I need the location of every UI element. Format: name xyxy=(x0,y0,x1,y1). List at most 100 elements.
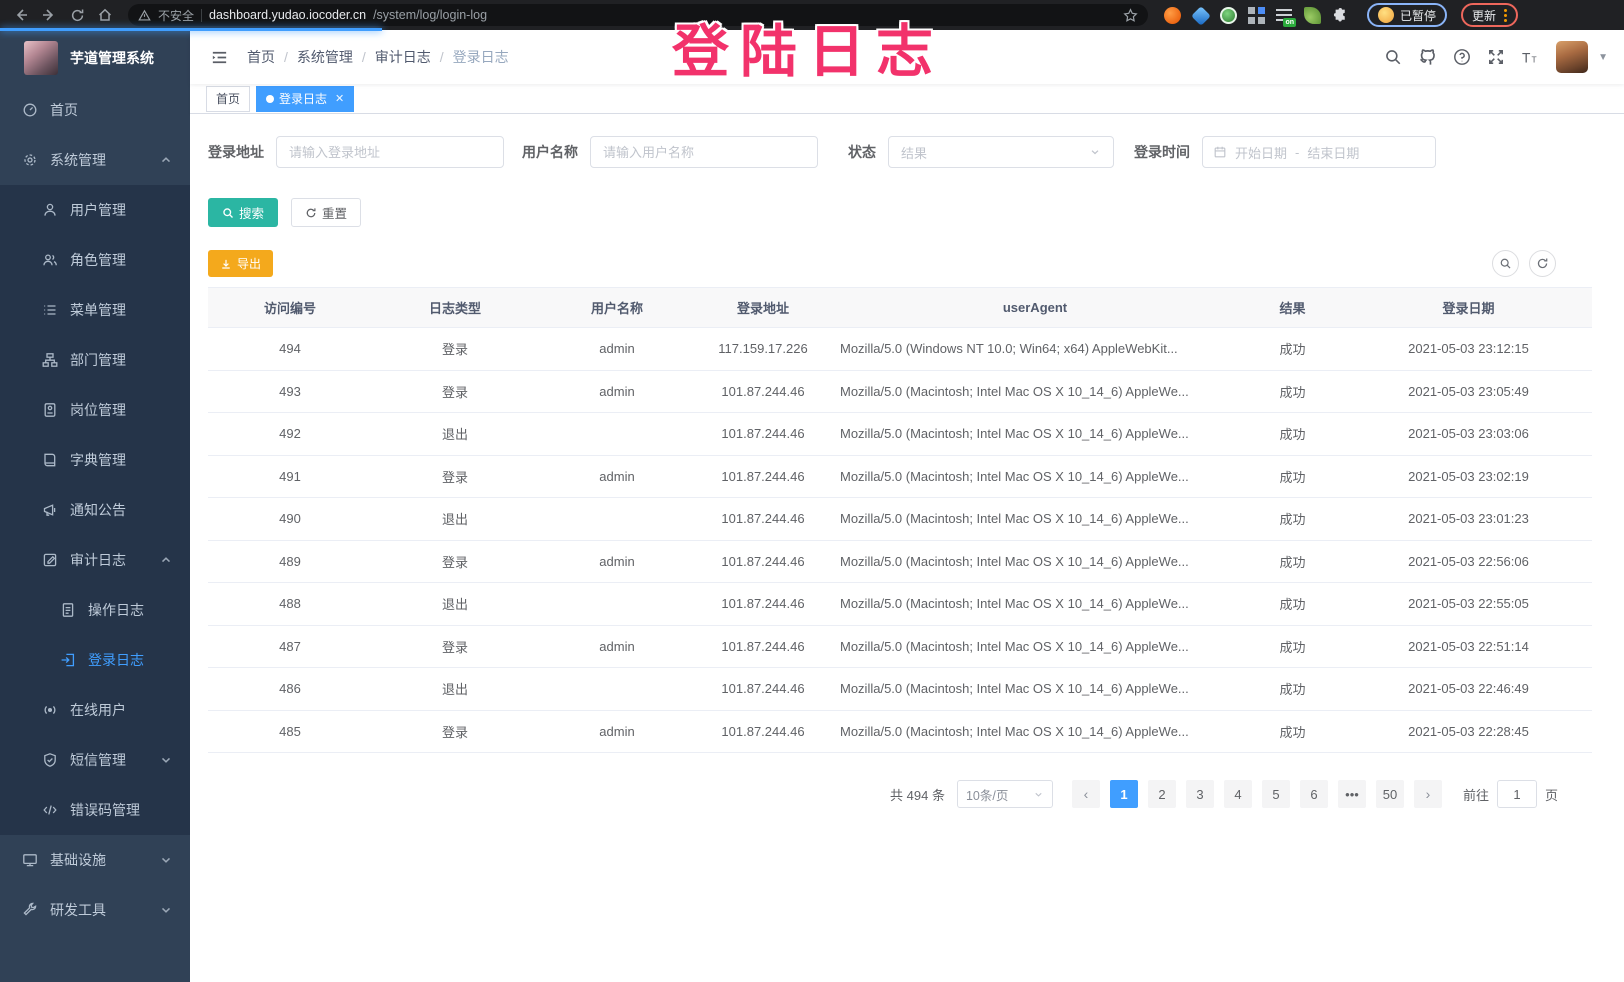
url-path: /system/log/login-log xyxy=(373,8,487,22)
browser-update-button[interactable]: 更新 xyxy=(1461,3,1518,27)
breadcrumb-item[interactable]: 审计日志 xyxy=(375,47,431,67)
table-row: 488退出101.87.244.46Mozilla/5.0 (Macintosh… xyxy=(208,583,1592,626)
extension-gem-icon[interactable] xyxy=(1192,7,1209,24)
page-button[interactable]: 50 xyxy=(1376,780,1404,808)
table-cell: 成功 xyxy=(1240,339,1345,358)
bookmark-star-icon[interactable] xyxy=(1123,8,1138,23)
table-cell: 101.87.244.46 xyxy=(696,596,830,611)
page-size-select[interactable]: 10条/页 xyxy=(957,780,1053,808)
table-cell: 退出 xyxy=(372,509,538,528)
github-icon[interactable] xyxy=(1418,48,1437,67)
table-cell: 登录 xyxy=(372,382,538,401)
login-time-range-picker[interactable]: 开始日期 - 结束日期 xyxy=(1202,136,1436,168)
sidebar-item-devtools[interactable]: 研发工具 xyxy=(0,885,190,935)
font-size-icon[interactable]: TT xyxy=(1521,48,1540,66)
browser-profile-button[interactable]: 已暂停 xyxy=(1367,3,1447,27)
tab-login-log[interactable]: 登录日志 ✕ xyxy=(256,86,354,112)
security-warning-label[interactable]: 不安全 xyxy=(158,7,194,24)
sidebar-item-announcement[interactable]: 通知公告 xyxy=(0,485,190,535)
sidebar-item-dict-book[interactable]: 字典管理 xyxy=(0,435,190,485)
help-icon[interactable] xyxy=(1453,48,1471,66)
tab-home[interactable]: 首页 xyxy=(206,86,250,112)
extension-list-icon[interactable]: on xyxy=(1276,7,1293,24)
page-button[interactable]: 5 xyxy=(1262,780,1290,808)
goto-label: 前往 xyxy=(1463,785,1489,804)
login-address-label: 登录地址 xyxy=(208,142,264,162)
loading-progress-bar xyxy=(0,28,382,31)
user-avatar[interactable] xyxy=(1556,41,1588,73)
next-page-button[interactable]: › xyxy=(1414,780,1442,808)
browser-menu-icon[interactable] xyxy=(1504,9,1507,22)
sidebar-item-dashboard[interactable]: 首页 xyxy=(0,85,190,135)
table-cell: 101.87.244.46 xyxy=(696,384,830,399)
toggle-search-button[interactable] xyxy=(1492,250,1519,277)
hamburger-icon[interactable] xyxy=(206,44,233,71)
operation-log-icon xyxy=(60,602,76,618)
page-button[interactable]: 4 xyxy=(1224,780,1252,808)
dept-tree-icon xyxy=(42,352,58,368)
search-icon[interactable] xyxy=(1384,48,1402,66)
sidebar-item-gear[interactable]: 系统管理 xyxy=(0,135,190,185)
table-cell: admin xyxy=(538,341,696,356)
extension-grid-icon[interactable] xyxy=(1248,7,1265,24)
extension-green-icon[interactable] xyxy=(1220,7,1237,24)
sidebar-item-login-log[interactable]: 登录日志 xyxy=(0,635,190,685)
sidebar-item-post-badge[interactable]: 岗位管理 xyxy=(0,385,190,435)
sidebar-item-audit-log[interactable]: 审计日志 xyxy=(0,535,190,585)
tab-close-icon[interactable]: ✕ xyxy=(335,92,344,105)
table-cell: 成功 xyxy=(1240,637,1345,656)
breadcrumb-item[interactable]: 首页 xyxy=(247,47,275,67)
page-button[interactable]: 1 xyxy=(1110,780,1138,808)
prev-page-button[interactable]: ‹ xyxy=(1072,780,1100,808)
sidebar-item-role[interactable]: 角色管理 xyxy=(0,235,190,285)
browser-back-icon[interactable] xyxy=(10,4,32,26)
table-cell: Mozilla/5.0 (Macintosh; Intel Mac OS X 1… xyxy=(830,681,1240,696)
url-domain: dashboard.yudao.iocoder.cn xyxy=(209,8,366,22)
browser-reload-icon[interactable] xyxy=(66,4,88,26)
reset-button[interactable]: 重置 xyxy=(291,198,361,227)
sidebar-item-user[interactable]: 用户管理 xyxy=(0,185,190,235)
sidebar-item-label: 错误码管理 xyxy=(70,800,140,820)
table-cell: 成功 xyxy=(1240,722,1345,741)
sidebar-logo[interactable]: 芋道管理系统 xyxy=(0,30,190,85)
sidebar-item-sms-shield[interactable]: 短信管理 xyxy=(0,735,190,785)
fullscreen-icon[interactable] xyxy=(1487,48,1505,66)
sidebar-item-online-user[interactable]: 在线用户 xyxy=(0,685,190,735)
export-button[interactable]: 导出 xyxy=(208,250,273,277)
pager-ellipsis[interactable]: ••• xyxy=(1338,780,1366,808)
sidebar-item-infrastructure[interactable]: 基础设施 xyxy=(0,835,190,885)
table-cell: Mozilla/5.0 (Macintosh; Intel Mac OS X 1… xyxy=(830,554,1240,569)
login-address-input[interactable] xyxy=(276,136,504,168)
table-cell: 101.87.244.46 xyxy=(696,426,830,441)
browser-forward-icon[interactable] xyxy=(38,4,60,26)
goto-page-input[interactable] xyxy=(1497,780,1537,808)
page-button[interactable]: 3 xyxy=(1186,780,1214,808)
sidebar-item-label: 部门管理 xyxy=(70,350,126,370)
sidebar-item-operation-log[interactable]: 操作日志 xyxy=(0,585,190,635)
status-select[interactable]: 结果 xyxy=(888,136,1114,168)
refresh-table-button[interactable] xyxy=(1529,250,1556,277)
sidebar-item-label: 短信管理 xyxy=(70,750,126,770)
table-cell: 101.87.244.46 xyxy=(696,554,830,569)
page-button[interactable]: 6 xyxy=(1300,780,1328,808)
username-input[interactable] xyxy=(590,136,818,168)
sidebar-item-error-code[interactable]: 错误码管理 xyxy=(0,785,190,835)
search-button[interactable]: 搜索 xyxy=(208,198,278,227)
browser-home-icon[interactable] xyxy=(94,4,116,26)
table-cell: 登录 xyxy=(372,467,538,486)
user-menu-caret-icon[interactable]: ▼ xyxy=(1598,52,1608,63)
table-cell: 成功 xyxy=(1240,424,1345,443)
extension-leaf-icon[interactable] xyxy=(1304,7,1321,24)
extension-orange-icon[interactable] xyxy=(1164,7,1181,24)
security-warning-icon xyxy=(138,9,151,22)
table-row: 486退出101.87.244.46Mozilla/5.0 (Macintosh… xyxy=(208,668,1592,711)
sidebar-item-dept-tree[interactable]: 部门管理 xyxy=(0,335,190,385)
sidebar-item-menu-list[interactable]: 菜单管理 xyxy=(0,285,190,335)
extensions-puzzle-icon[interactable] xyxy=(1332,7,1349,24)
app-title: 芋道管理系统 xyxy=(70,48,154,68)
address-bar[interactable]: 不安全 dashboard.yudao.iocoder.cn/system/lo… xyxy=(128,4,1148,26)
page-button[interactable]: 2 xyxy=(1148,780,1176,808)
column-header: 登录地址 xyxy=(696,298,830,317)
breadcrumb-item[interactable]: 系统管理 xyxy=(297,47,353,67)
table-cell: admin xyxy=(538,554,696,569)
